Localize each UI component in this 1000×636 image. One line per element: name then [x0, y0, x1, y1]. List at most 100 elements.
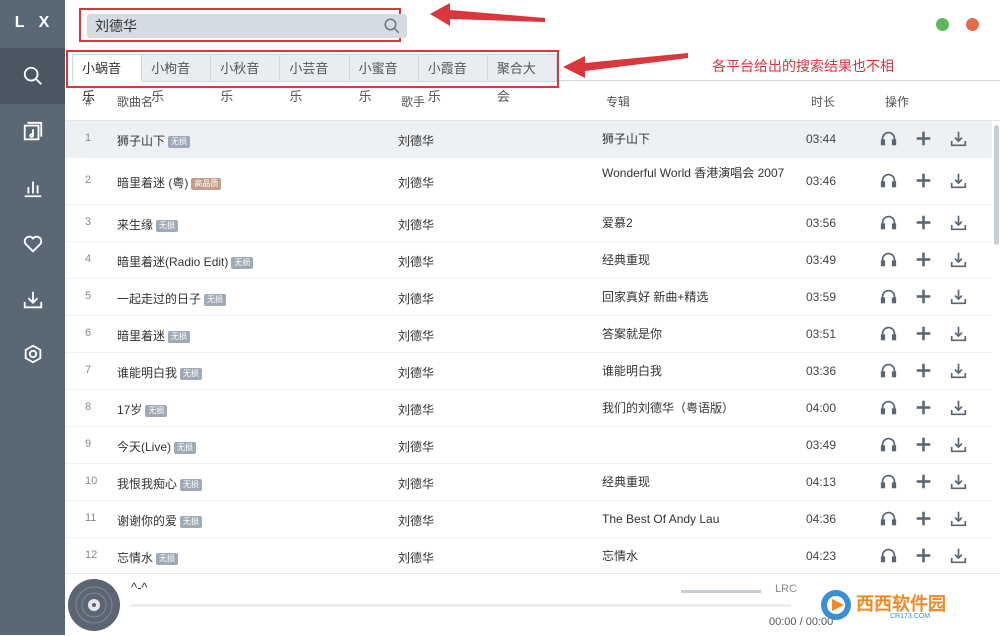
plus-icon[interactable]: [915, 362, 932, 379]
download-icon[interactable]: [950, 130, 967, 147]
close-button[interactable]: [966, 18, 979, 31]
search-input[interactable]: [95, 14, 365, 38]
plus-icon[interactable]: [915, 510, 932, 527]
quality-badge: 无损: [204, 294, 227, 306]
sidebar-item-downloads[interactable]: [0, 272, 65, 328]
table-row[interactable]: 8 17岁 无损 刘德华 我们的刘德华（粤语版） 04:00: [65, 390, 992, 427]
download-icon[interactable]: [950, 362, 967, 379]
scrollbar-thumb[interactable]: [994, 125, 999, 245]
table-row[interactable]: 7 谁能明白我 无损 刘德华 谁能明白我 03:36: [65, 353, 992, 390]
download-icon[interactable]: [950, 547, 967, 564]
tab-source-2[interactable]: 小枸音乐: [142, 54, 212, 104]
download-icon[interactable]: [950, 214, 967, 231]
quality-badge: 无损: [180, 516, 203, 528]
row-number: 10: [85, 475, 98, 487]
plus-icon[interactable]: [915, 251, 932, 268]
download-icon[interactable]: [950, 325, 967, 342]
plus-icon[interactable]: [915, 436, 932, 453]
download-icon[interactable]: [950, 251, 967, 268]
table-row[interactable]: 5 一起走过的日子 无损 刘德华 回家真好 新曲+精选 03:59: [65, 279, 992, 316]
row-number: 6: [85, 327, 92, 339]
search-icon[interactable]: [383, 17, 401, 35]
plus-icon[interactable]: [915, 547, 932, 564]
plus-icon[interactable]: [915, 325, 932, 342]
sidebar-item-charts[interactable]: [0, 160, 65, 216]
headphones-icon[interactable]: [880, 436, 897, 453]
plus-icon[interactable]: [915, 214, 932, 231]
song-name: 谁能明白我: [117, 366, 178, 380]
app-logo: L X: [14, 14, 55, 31]
headphones-icon[interactable]: [880, 510, 897, 527]
download-icon[interactable]: [950, 473, 967, 490]
plus-icon[interactable]: [915, 288, 932, 305]
quality-badge: 无损: [180, 368, 203, 380]
song-duration: 03:49: [806, 253, 837, 267]
song-name: 一起走过的日子: [117, 292, 202, 306]
table-row[interactable]: 12 忘情水 无损 刘德华 忘情水 04:23: [65, 538, 992, 575]
song-name-cell: 谢谢你的爱 无损: [117, 512, 203, 529]
download-icon[interactable]: [950, 172, 967, 189]
headphones-icon[interactable]: [880, 172, 897, 189]
album-name: 回家真好 新曲+精选: [602, 290, 709, 304]
table-row[interactable]: 3 来生缘 无损 刘德华 爱慕2 03:56: [65, 205, 992, 242]
headphones-icon[interactable]: [880, 251, 897, 268]
table-row[interactable]: 11 谢谢你的爱 无损 刘德华 The Best Of Andy Lau 04:36: [65, 501, 992, 538]
headphones-icon[interactable]: [880, 214, 897, 231]
song-name-cell: 忘情水 无损: [117, 549, 179, 566]
song-duration: 04:23: [806, 549, 837, 563]
tab-source-5[interactable]: 小蜜音乐: [349, 54, 419, 104]
plus-icon[interactable]: [915, 172, 932, 189]
quality-badge: 无损: [156, 553, 179, 565]
tab-source-aggregate[interactable]: 聚合大会: [487, 54, 557, 104]
download-icon[interactable]: [950, 510, 967, 527]
artist-name: 刘德华: [398, 366, 435, 380]
artist-name: 刘德华: [398, 551, 435, 565]
quality-badge: 无损: [145, 405, 168, 417]
volume-slider[interactable]: [681, 590, 761, 593]
sidebar-item-favorites[interactable]: [0, 216, 65, 272]
row-number: 7: [85, 364, 92, 376]
headphones-icon[interactable]: [880, 399, 897, 416]
lyrics-toggle[interactable]: LRC: [775, 583, 797, 595]
song-name: 忘情水: [117, 551, 154, 565]
sidebar-item-settings[interactable]: [0, 326, 65, 382]
plus-icon[interactable]: [915, 130, 932, 147]
album-name: 忘情水: [602, 549, 639, 563]
song-name-cell: 一起走过的日子 无损: [117, 290, 227, 307]
tab-source-4[interactable]: 小芸音乐: [280, 54, 350, 104]
headphones-icon[interactable]: [880, 288, 897, 305]
sidebar-item-search[interactable]: [0, 48, 65, 104]
sidebar-item-playlist[interactable]: [0, 104, 65, 160]
headphones-icon[interactable]: [880, 325, 897, 342]
headphones-icon[interactable]: [880, 473, 897, 490]
headphones-icon[interactable]: [880, 547, 897, 564]
table-row[interactable]: 6 暗里着迷 无损 刘德华 答案就是你 03:51: [65, 316, 992, 353]
search-bar: [87, 14, 407, 38]
minimize-button[interactable]: [936, 18, 949, 31]
album-name: The Best Of Andy Lau: [602, 512, 720, 526]
table-row[interactable]: 1 狮子山下 无损 刘德华 狮子山下 03:44: [65, 121, 992, 158]
download-icon[interactable]: [950, 288, 967, 305]
tab-source-3[interactable]: 小秋音乐: [211, 54, 281, 104]
plus-icon[interactable]: [915, 473, 932, 490]
table-row[interactable]: 4 暗里着迷(Radio Edit) 无损 刘德华 经典重现 03:49: [65, 242, 992, 279]
table-row[interactable]: 2 暗里着迷 (粤) 高品质 刘德华 Wonderful World 香港演唱会 200…: [65, 158, 992, 205]
table-row[interactable]: 10 我恨我痴心 无损 刘德华 经典重现 04:13: [65, 464, 992, 501]
scrollbar[interactable]: [993, 121, 999, 571]
quality-badge: 无损: [156, 220, 179, 232]
progress-bar[interactable]: [131, 604, 791, 607]
download-icon[interactable]: [950, 399, 967, 416]
headphones-icon[interactable]: [880, 362, 897, 379]
tab-source-1[interactable]: 小蜗音乐: [72, 54, 143, 104]
album-disc-icon[interactable]: [68, 579, 120, 631]
table-row[interactable]: 9 今天(Live) 无损 刘德华 03:49: [65, 427, 992, 464]
tab-source-6[interactable]: 小霞音乐: [418, 54, 488, 104]
plus-icon[interactable]: [915, 399, 932, 416]
header-time: 时长: [811, 95, 836, 109]
album-name: 爱慕2: [602, 216, 633, 230]
download-icon[interactable]: [950, 436, 967, 453]
song-duration: 04:36: [806, 512, 837, 526]
arrow-to-tabs: [563, 53, 688, 78]
header-artist: 歌手: [401, 95, 426, 109]
headphones-icon[interactable]: [880, 130, 897, 147]
